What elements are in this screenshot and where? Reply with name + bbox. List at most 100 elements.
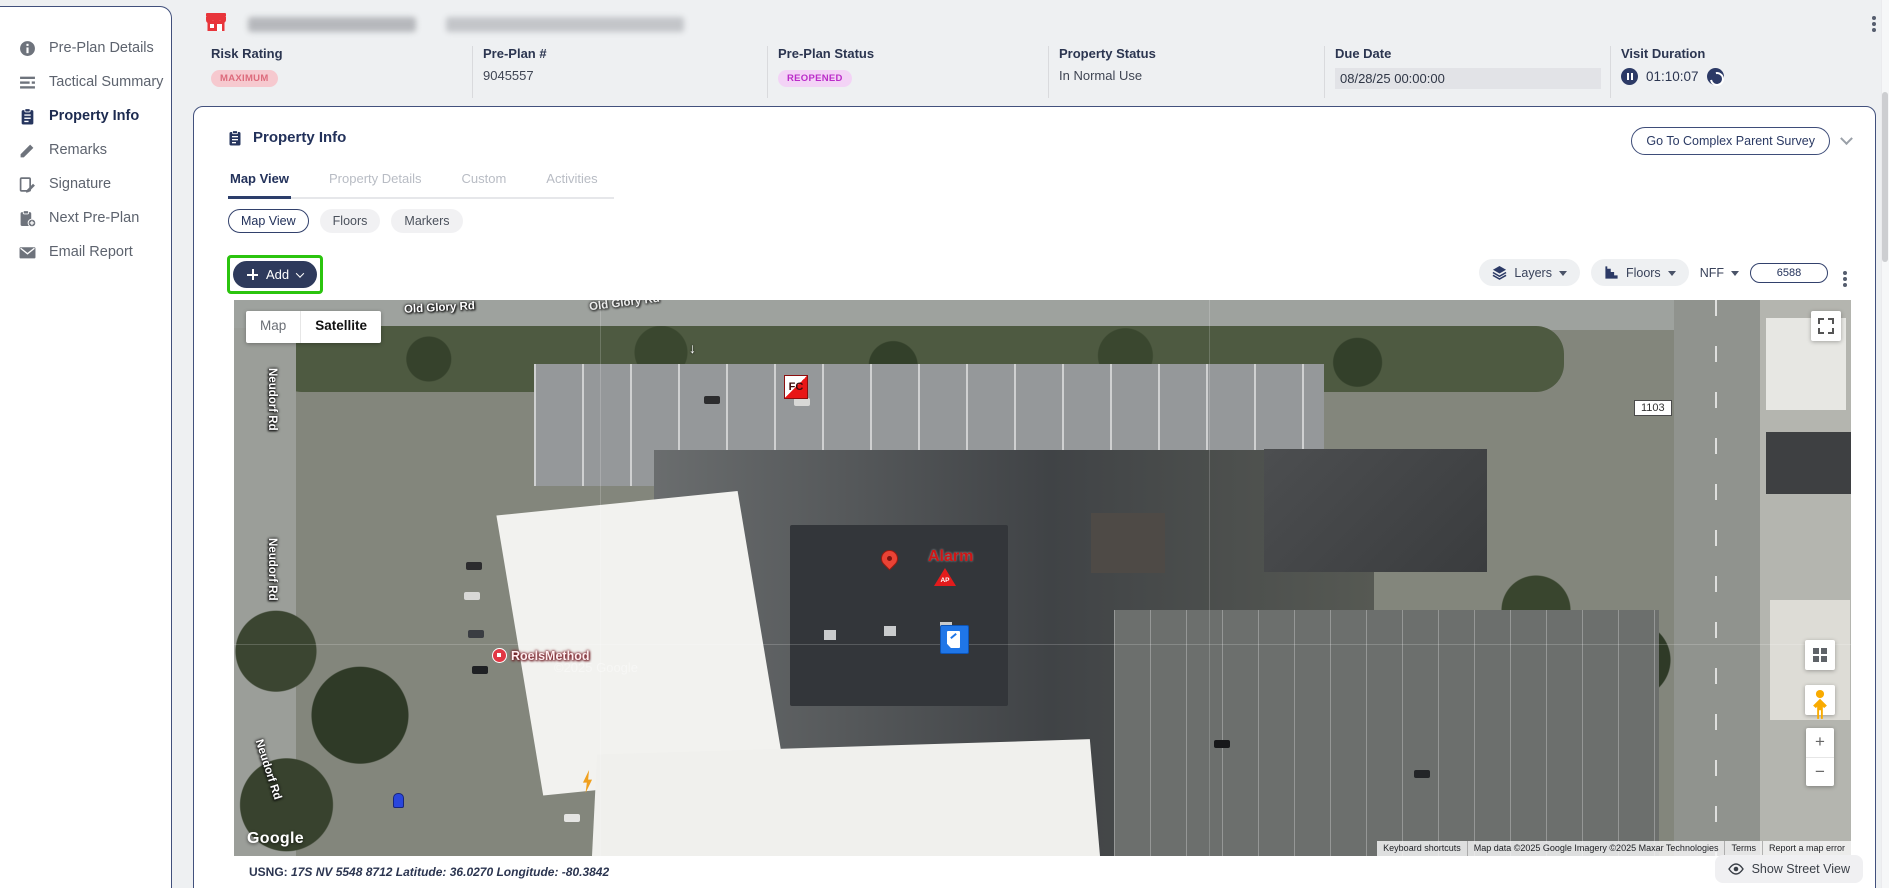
direction-arrow: ↓ <box>689 340 696 356</box>
alarm-marker-label[interactable]: Alarm <box>928 548 973 566</box>
zoom-in-button[interactable]: + <box>1806 728 1834 758</box>
sidebar-item-remarks[interactable]: Remarks <box>0 133 171 167</box>
reset-icon[interactable] <box>1707 68 1724 85</box>
fullscreen-icon <box>1817 317 1835 335</box>
sidebar-item-label: Tactical Summary <box>49 74 163 90</box>
hydrant-marker[interactable] <box>393 793 404 808</box>
map-attribution: Keyboard shortcuts Map data ©2025 Google… <box>1377 841 1851 856</box>
visit-duration-value: 01:10:07 <box>1646 69 1699 84</box>
map-type-toggle: Map Satellite <box>246 311 381 343</box>
map-building-right-house <box>1091 513 1165 573</box>
tactical-summary-icon <box>19 74 36 91</box>
google-logo: Google <box>247 830 304 848</box>
next-preplan-icon <box>19 210 36 227</box>
map-car <box>464 592 480 600</box>
tab-activities[interactable]: Activities <box>544 171 599 197</box>
map-car <box>1214 740 1230 748</box>
map-type-map[interactable]: Map <box>246 311 301 343</box>
map-car <box>468 630 484 638</box>
store-icon <box>205 12 227 32</box>
pegman-button[interactable] <box>1805 685 1835 715</box>
due-date-label: Due Date <box>1335 46 1610 61</box>
layers-label: Layers <box>1514 266 1552 280</box>
pill-markers[interactable]: Markers <box>391 209 462 233</box>
add-button[interactable]: Add <box>233 261 317 288</box>
preplan-number-label: Pre-Plan # <box>483 46 767 61</box>
sidebar-item-next-preplan[interactable]: Next Pre-Plan <box>0 201 171 235</box>
sidebar-item-label: Property Info <box>49 108 139 124</box>
tab-custom[interactable]: Custom <box>460 171 509 197</box>
tiles-grid-button[interactable] <box>1805 640 1835 670</box>
risk-rating-label: Risk Rating <box>211 46 472 61</box>
sidebar-item-label: Pre-Plan Details <box>49 40 154 56</box>
sidebar: Pre-Plan Details Tactical Summary Proper… <box>0 6 172 888</box>
floors-dropdown[interactable]: Floors <box>1591 259 1689 286</box>
nff-dropdown[interactable]: NFF <box>1700 266 1739 280</box>
fdc-marker[interactable]: FC <box>784 375 808 399</box>
terms-link[interactable]: Terms <box>1724 841 1762 856</box>
property-info-tabs: Map View Property Details Custom Activit… <box>228 171 614 199</box>
fullscreen-button[interactable] <box>1811 311 1841 341</box>
map-view-pills: Map View Floors Markers <box>228 209 463 233</box>
map-rooftop-unit <box>824 630 836 640</box>
usng-label: USNG: <box>249 865 288 879</box>
pause-icon[interactable] <box>1621 68 1638 85</box>
map-car <box>564 814 580 822</box>
street-label-neudorf-1: Neudorf Rd <box>266 368 278 431</box>
due-date-input[interactable]: 08/28/25 00:00:00 <box>1335 68 1601 89</box>
map-data-attribution: Map data ©2025 Google Imagery ©2025 Maxa… <box>1467 841 1725 856</box>
map-terrain-left-trees <box>234 600 444 856</box>
tab-map-view[interactable]: Map View <box>228 171 291 199</box>
caret-down-icon <box>1731 271 1739 276</box>
page-title: Property Info <box>253 129 346 146</box>
preplan-number-value: 9045557 <box>483 68 767 83</box>
map-gridline <box>600 300 601 856</box>
map-road-dashes <box>1715 300 1717 856</box>
map-toolbar: Layers Floors NFF 6588 <box>1479 259 1847 286</box>
sidebar-item-preplan-details[interactable]: Pre-Plan Details <box>0 31 171 65</box>
envelope-icon <box>19 244 36 261</box>
header-kebab-menu-icon[interactable] <box>1872 16 1876 20</box>
pill-map-view[interactable]: Map View <box>228 209 309 233</box>
sidebar-item-tactical-summary[interactable]: Tactical Summary <box>0 65 171 99</box>
map-type-satellite[interactable]: Satellite <box>301 311 381 343</box>
sidebar-item-label: Remarks <box>49 142 107 158</box>
page: Risk Rating MAXIMUM Pre-Plan # 9045557 P… <box>0 0 1889 888</box>
page-scrollbar[interactable] <box>1881 0 1889 888</box>
collapse-chevron-icon[interactable] <box>1840 132 1853 145</box>
satellite-map[interactable]: Old Glory Rd Old Glory Rd Neudorf Rd Neu… <box>234 300 1851 856</box>
tiles-grid-icon <box>1813 648 1819 654</box>
usng-coordinates: USNG: 17S NV 5548 8712 Latitude: 36.0270… <box>249 865 609 879</box>
sidebar-item-label: Signature <box>49 176 111 192</box>
signature-icon <box>19 176 36 193</box>
keyboard-shortcuts-link[interactable]: Keyboard shortcuts <box>1377 841 1467 856</box>
tab-property-details[interactable]: Property Details <box>327 171 423 197</box>
preplan-document-marker[interactable] <box>940 625 969 654</box>
sidebar-item-email-report[interactable]: Email Report <box>0 235 171 269</box>
report-map-error-link[interactable]: Report a map error <box>1762 841 1851 856</box>
usng-value: 17S NV 5548 8712 Latitude: 36.0270 Longi… <box>291 865 609 879</box>
zoom-out-button[interactable]: − <box>1806 758 1834 787</box>
map-car <box>704 396 720 404</box>
map-building-bottom-roof <box>592 738 1100 856</box>
property-status-value: In Normal Use <box>1059 68 1324 83</box>
pill-floors[interactable]: Floors <box>320 209 381 233</box>
redacted-property-name <box>248 17 416 32</box>
place-label-roelsmethod[interactable]: RoelsMethod <box>492 648 589 663</box>
go-to-complex-parent-survey-button[interactable]: Go To Complex Parent Survey <box>1631 127 1830 155</box>
show-street-view-button[interactable]: Show Street View <box>1715 855 1863 883</box>
redacted-property-address <box>446 17 684 32</box>
floors-label: Floors <box>1626 266 1661 280</box>
sidebar-item-signature[interactable]: Signature <box>0 167 171 201</box>
clipboard-icon <box>19 108 36 125</box>
layers-dropdown[interactable]: Layers <box>1479 259 1580 286</box>
street-label-neudorf-2: Neudorf Rd <box>266 538 278 601</box>
property-info-card: Property Info Go To Complex Parent Surve… <box>193 106 1876 888</box>
toolbar-kebab-menu-icon[interactable] <box>1843 271 1847 275</box>
floor-value-field[interactable]: 6588 <box>1750 263 1828 283</box>
stairs-icon <box>1604 265 1619 280</box>
route-badge-1103[interactable]: 1103 <box>1634 400 1672 416</box>
show-street-view-label: Show Street View <box>1752 862 1850 876</box>
scrollbar-thumb[interactable] <box>1882 92 1888 262</box>
sidebar-item-property-info[interactable]: Property Info <box>0 99 171 133</box>
